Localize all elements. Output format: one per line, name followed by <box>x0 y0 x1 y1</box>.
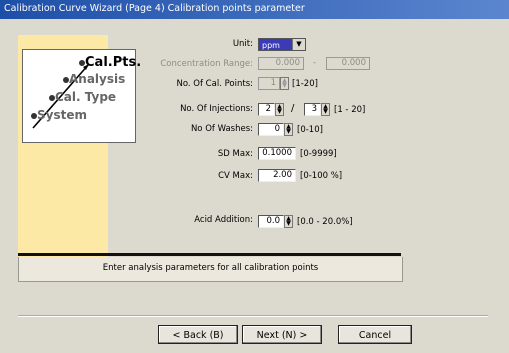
conc-to-field[interactable]: 0.000 <box>326 57 370 70</box>
status-box: Enter analysis parameters for all calibr… <box>18 257 403 282</box>
step-cal-pts: Cal.Pts. <box>85 55 142 70</box>
cv-max-range: [0-100 %] <box>300 171 343 181</box>
step-system: System <box>37 108 87 122</box>
sd-max-field[interactable]: 0.1000 <box>258 147 296 160</box>
num-washes-field[interactable]: 0 <box>258 123 284 136</box>
num-injections-field-2[interactable]: 3 <box>304 103 321 116</box>
conc-from-field[interactable]: 0.000 <box>258 57 304 70</box>
num-cal-points-range: [1-20] <box>292 79 318 89</box>
num-cal-points-field[interactable]: 1 <box>258 77 280 90</box>
sd-max-range: [0-9999] <box>300 149 337 159</box>
title-bar: Calibration Curve Wizard (Page 4) Calibr… <box>0 0 509 19</box>
num-washes-spinner[interactable]: ▲ ▼ <box>284 123 293 136</box>
wizard-steps-graphic: Cal.Pts. Analysis Cal. Type System <box>22 49 141 143</box>
separator-highlight <box>18 316 488 317</box>
acid-addition-field[interactable]: 0.0 <box>258 215 284 228</box>
num-injections-field-1[interactable]: 2 <box>258 103 275 116</box>
conc-dash: - <box>313 58 317 68</box>
step-cal-type: Cal. Type <box>55 90 117 104</box>
unit-select[interactable]: ppm ▼ <box>258 38 306 51</box>
next-button[interactable]: Next (N) > <box>242 325 322 344</box>
status-text: Enter analysis parameters for all calibr… <box>102 263 319 273</box>
cv-max-field[interactable]: 2.00 <box>258 169 296 182</box>
conc-range-label: Concentration Range: <box>160 59 253 69</box>
sd-max-label: SD Max: <box>217 149 253 159</box>
num-cal-points-label: No. Of Cal. Points: <box>176 79 253 89</box>
num-washes-range: [0-10] <box>297 125 323 135</box>
window-title: Calibration Curve Wizard (Page 4) Calibr… <box>4 3 305 14</box>
acid-addition-spinner[interactable]: ▲ ▼ <box>284 215 293 228</box>
step-analysis: Analysis <box>69 72 126 86</box>
acid-addition-label: Acid Addition: <box>194 215 253 225</box>
chevron-down-icon[interactable]: ▼ <box>292 39 305 50</box>
num-washes-label: No Of Washes: <box>190 124 253 134</box>
wizard-window: Cal.Pts. Analysis Cal. Type System Unit:… <box>0 19 509 353</box>
divider-line <box>18 253 401 256</box>
acid-addition-range: [0.0 - 20.0%] <box>297 217 353 227</box>
num-cal-points-spinner[interactable]: ▲ ▼ <box>280 77 289 90</box>
injections-slash: / <box>291 103 295 114</box>
cancel-button[interactable]: Cancel <box>338 325 412 344</box>
cv-max-label: CV Max: <box>218 171 253 181</box>
num-injections-label: No. Of Injections: <box>180 104 253 114</box>
back-button[interactable]: < Back (B) <box>158 325 238 344</box>
num-injections-spinner-2[interactable]: ▲ ▼ <box>321 103 330 116</box>
unit-label: Unit: <box>232 39 253 49</box>
num-injections-spinner-1[interactable]: ▲ ▼ <box>275 103 284 116</box>
num-injections-range: [1 - 20] <box>334 105 366 115</box>
